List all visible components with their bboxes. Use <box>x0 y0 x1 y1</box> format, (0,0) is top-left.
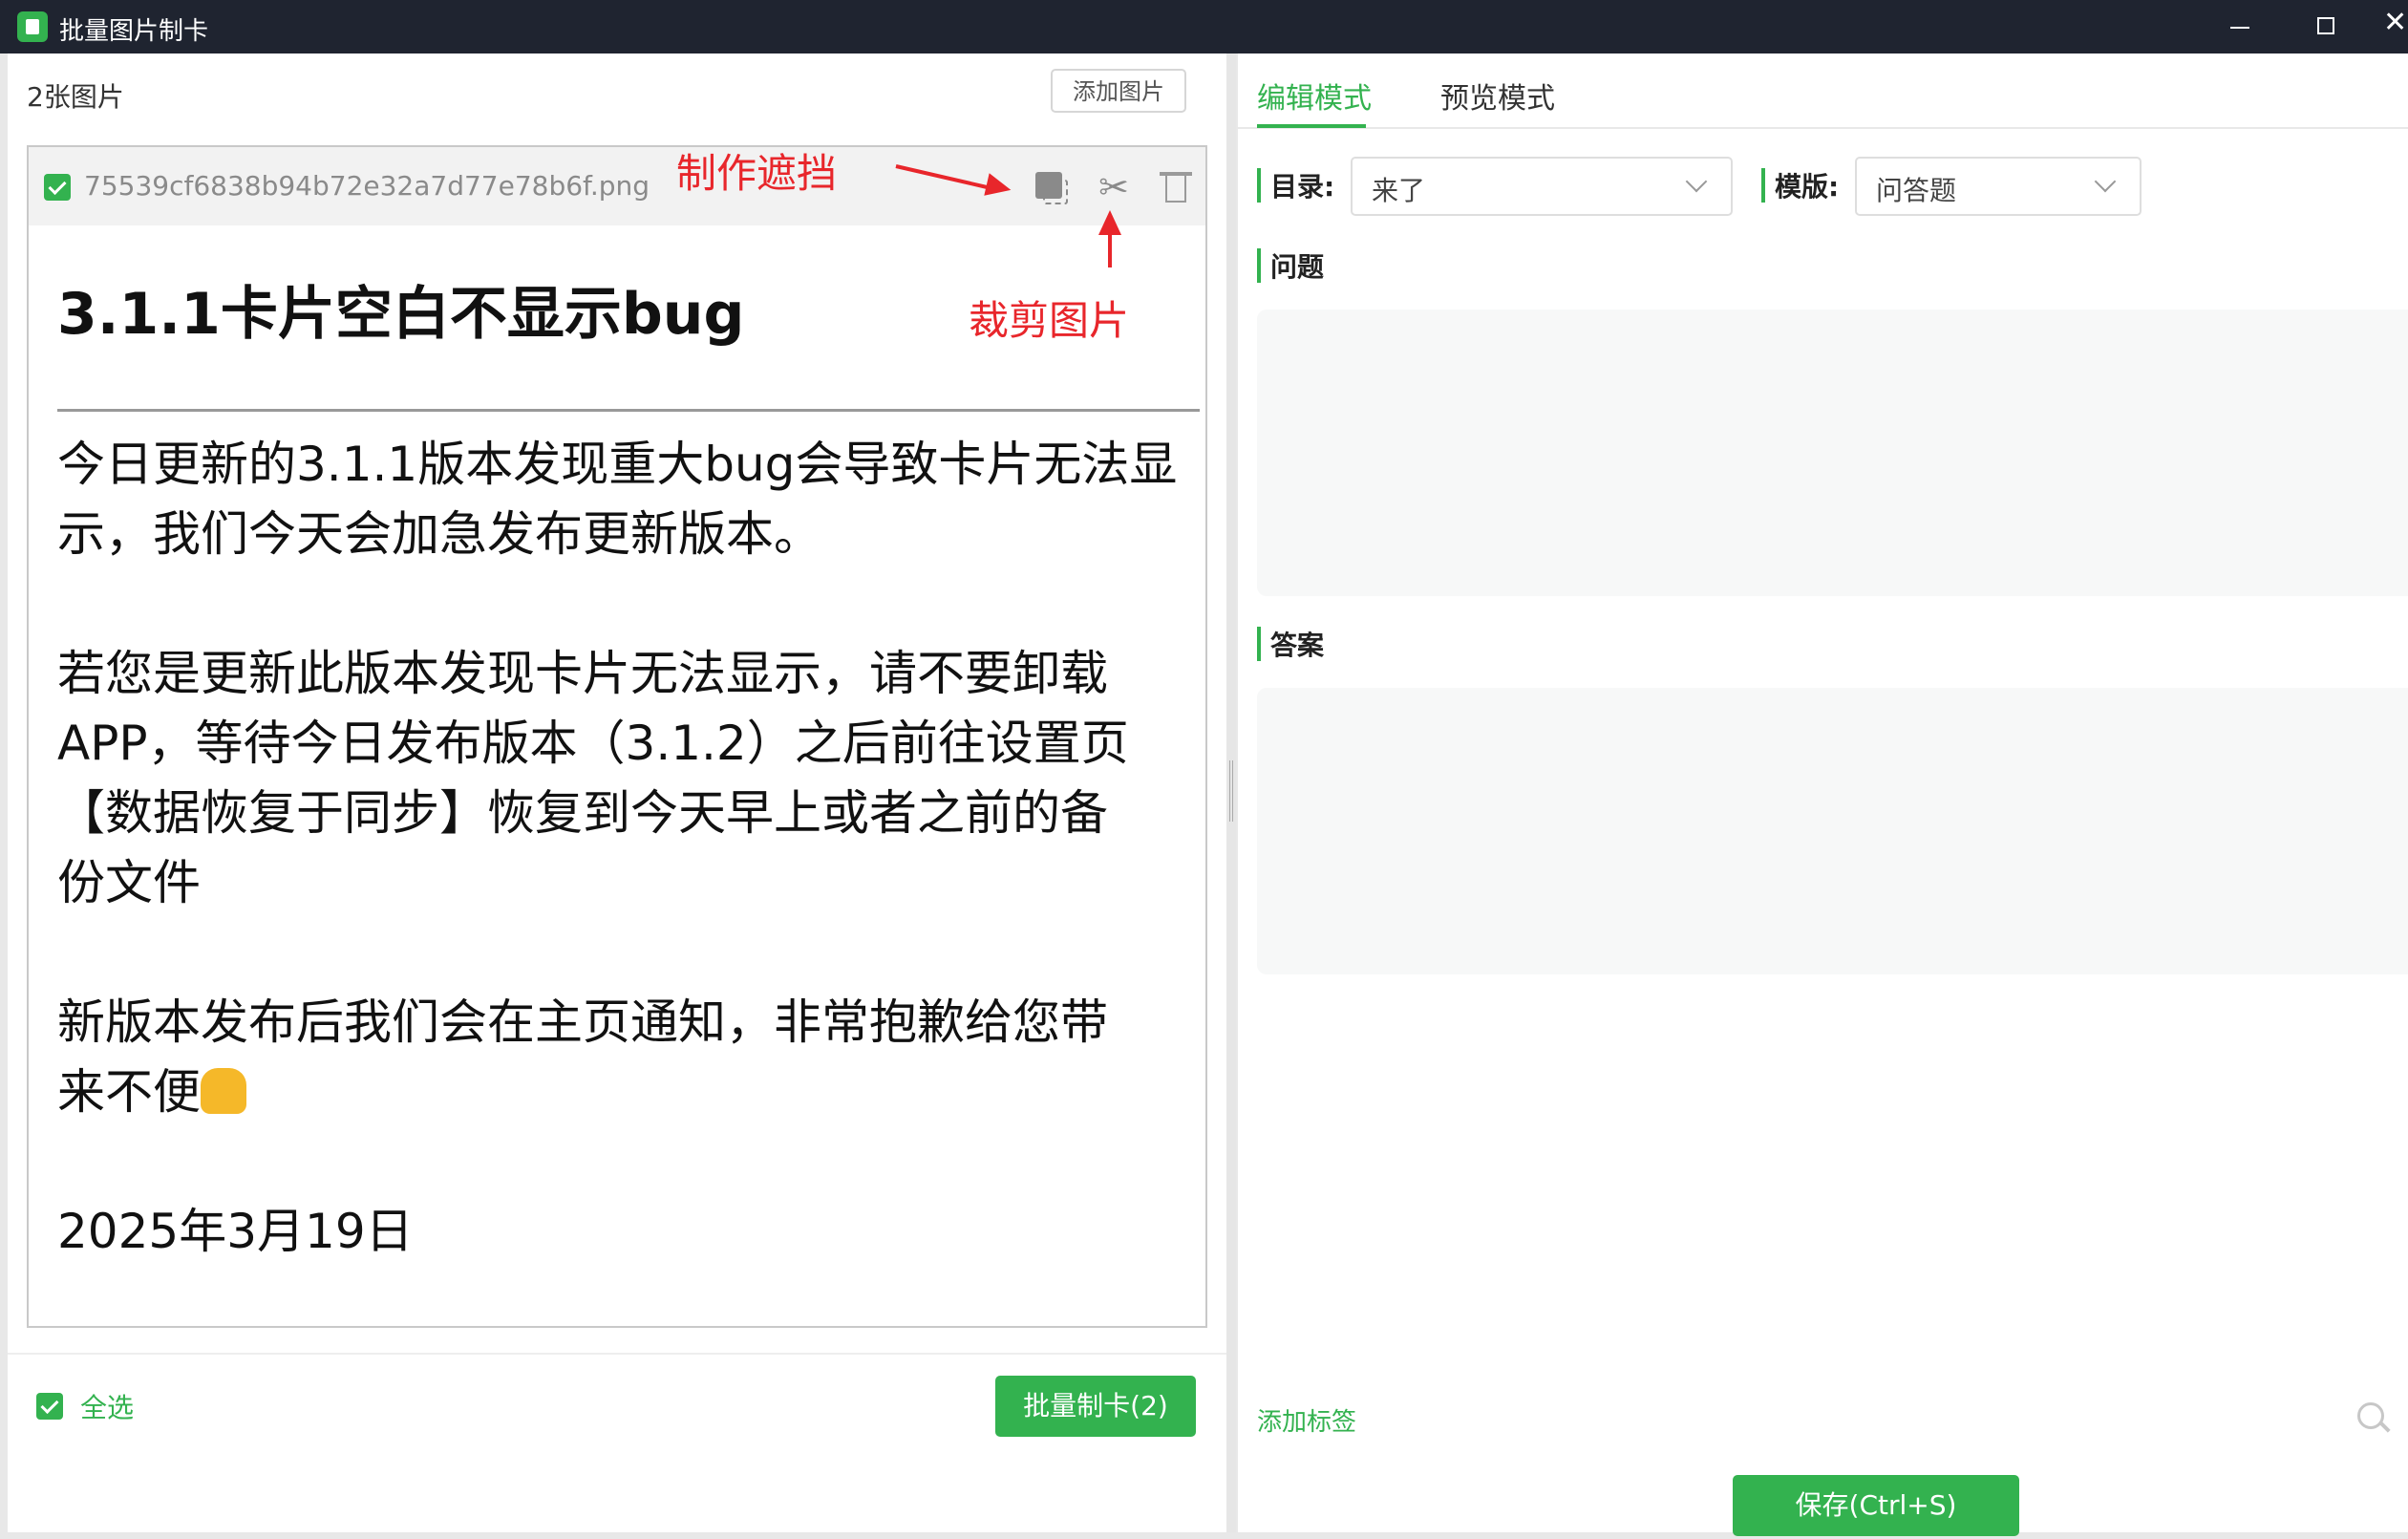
minimize-button[interactable] <box>2211 8 2269 46</box>
image-count: 2张图片 <box>27 81 124 113</box>
select-all-label[interactable]: 全选 <box>80 1387 134 1425</box>
directory-value: 来了 <box>1372 175 1426 206</box>
image-filename: 75539cf6838b94b72e32a7d77e78b6f.png <box>84 170 650 202</box>
chevron-down-icon <box>1685 170 1708 193</box>
tab-edit-mode[interactable]: 编辑模式 <box>1257 75 1372 117</box>
template-select[interactable]: 问答题 <box>1855 157 2142 216</box>
image-text-line: 若您是更新此版本发现卡片无法显示，请不要卸载 <box>57 646 1108 701</box>
directory-select[interactable]: 来了 <box>1351 157 1733 216</box>
image-text-line: 份文件 <box>57 855 201 910</box>
question-marker <box>1257 248 1261 283</box>
image-card-header: 75539cf6838b94b72e32a7d77e78b6f.png ✂ <box>29 147 1205 226</box>
footer-divider <box>8 1353 1226 1355</box>
title-bar: 批量图片制卡 ✕ <box>0 0 2408 53</box>
question-label: 问题 <box>1270 251 1325 283</box>
chevron-down-icon <box>2094 170 2117 193</box>
image-checkbox[interactable] <box>44 174 71 201</box>
tabs-divider <box>1238 127 2408 129</box>
tab-preview-mode[interactable]: 预览模式 <box>1440 75 1555 117</box>
annotation-mask: 制作遮挡 <box>676 150 838 197</box>
mask-icon[interactable] <box>1030 166 1072 208</box>
answer-editor[interactable] <box>1257 688 2408 974</box>
annotation-arrow-crop-head <box>1098 210 1121 235</box>
image-text-line: 今日更新的3.1.1版本发现重大bug会导致卡片无法显 <box>57 437 1178 492</box>
panel-resize-handle[interactable] <box>1226 53 1236 1532</box>
directory-label: 目录: <box>1270 171 1335 203</box>
image-text-line: 新版本发布后我们会在主页通知，非常抱歉给您带 <box>57 994 1108 1050</box>
image-text-line: 【数据恢复于同步】恢复到今天早上或者之前的备 <box>57 785 1108 841</box>
save-button[interactable]: 保存(Ctrl+S) <box>1733 1475 2019 1536</box>
maximize-button[interactable] <box>2297 8 2355 46</box>
image-text-date: 2025年3月19日 <box>57 1204 414 1259</box>
add-tag-link[interactable]: 添加标签 <box>1257 1402 1356 1438</box>
image-list-panel: 2张图片 添加图片 75539cf6838b94b72e32a7d77e78b6… <box>8 53 1226 1532</box>
image-text-line: 来不便 <box>57 1064 201 1120</box>
trash-icon[interactable] <box>1156 166 1198 208</box>
image-text-divider <box>57 409 1200 412</box>
image-text-line: 示，我们今天会加急发布更新版本。 <box>57 506 821 562</box>
editor-panel: 编辑模式 预览模式 目录: 来了 模版: 问答题 问题 答案 添加标签 保存(C… <box>1238 53 2408 1536</box>
image-text-title: 3.1.1卡片空白不显示bug <box>57 281 745 348</box>
close-button[interactable]: ✕ <box>2383 6 2408 44</box>
search-icon[interactable] <box>2354 1399 2392 1437</box>
active-tab-indicator <box>1257 124 1366 128</box>
template-label: 模版: <box>1775 171 1840 203</box>
question-editor[interactable] <box>1257 310 2408 596</box>
answer-label: 答案 <box>1270 630 1325 661</box>
image-text-line: APP，等待今日发布版本（3.1.2）之后前往设置页 <box>57 716 1129 771</box>
batch-create-button[interactable]: 批量制卡(2) <box>995 1376 1196 1437</box>
praying-hands-icon <box>201 1068 246 1114</box>
template-value: 问答题 <box>1876 175 1957 206</box>
image-text-body: 今日更新的3.1.1版本发现重大bug会导致卡片无法显 示，我们今天会加急发布更… <box>57 430 1204 1267</box>
image-preview: 3.1.1卡片空白不显示bug 今日更新的3.1.1版本发现重大bug会导致卡片… <box>29 225 1205 1326</box>
answer-marker <box>1257 627 1261 661</box>
add-image-button[interactable]: 添加图片 <box>1051 69 1186 113</box>
app-icon <box>17 11 48 42</box>
window-title: 批量图片制卡 <box>59 17 209 46</box>
scissors-icon[interactable]: ✂ <box>1093 166 1135 208</box>
annotation-crop: 裁剪图片 <box>969 297 1130 344</box>
template-marker <box>1761 168 1765 203</box>
select-all-checkbox[interactable] <box>36 1393 63 1420</box>
directory-marker <box>1257 168 1261 203</box>
